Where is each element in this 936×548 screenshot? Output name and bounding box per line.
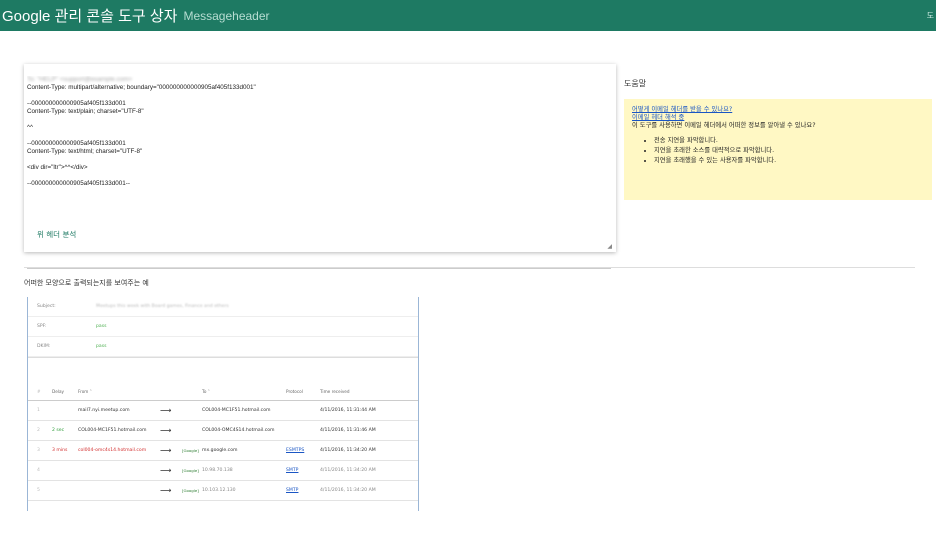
header-text-line: [27, 92, 611, 100]
hop-from: mail7.nyi.meetup.com: [78, 408, 130, 413]
header-text-line: Content-Type: text/plain; charset="UTF-8…: [27, 108, 144, 115]
hop-protocol[interactable]: ESMTPS: [286, 448, 320, 453]
help-bullet: 지연을 초래했을 수 있는 사용자를 파악합니다.: [654, 157, 924, 165]
app-header: Google 관리 콘솔 도구 상자 Messageheader 도: [0, 0, 936, 31]
header-text-line: --000000000000905af405f133d001: [27, 140, 126, 147]
header-text-line: [27, 172, 611, 180]
col-time: Time received: [320, 389, 350, 394]
hop-to: mx.google.com: [202, 448, 238, 453]
dkim-label: DKIM:: [37, 344, 51, 349]
hop-to: 10.103.12.130: [202, 488, 236, 493]
arrow-right-icon: ⟶: [160, 426, 172, 435]
hop-protocol[interactable]: SMTP: [286, 468, 320, 473]
table-row: 5 ⟶ [Google] 10.103.12.130 SMTP 4/11/2016, 11…: [28, 481, 418, 501]
help-question: 이 도구를 사용하면 이메일 헤더에서 어떠한 정보를 알아낼 수 있나요?: [632, 122, 816, 129]
header-text-line: --000000000000905af405f133d001: [27, 100, 126, 107]
google-tag: [Google]: [182, 448, 199, 453]
hop-protocol[interactable]: SMTP: [286, 488, 320, 493]
hop-time: 4/11/2016, 11:34:20 AM: [320, 468, 376, 473]
col-delay: Delay: [52, 389, 65, 394]
spf-label: SPF:: [37, 324, 47, 329]
subject-row: Subject: Meetups this week with Board ga…: [28, 297, 418, 317]
hop-to: COL004-MC1F51.hotmail.com: [202, 408, 271, 413]
hop-to: COL004-OMC4S14.hotmail.com: [202, 428, 275, 433]
table-row: 3 3 mins col004-omc4s14.hotmail.com ⟶ [Googl…: [28, 441, 418, 461]
subject-label: Subject:: [37, 304, 56, 309]
hop-from: COL004-MC1F51.hotmail.com: [78, 428, 147, 433]
header-text-line: <div dir="ltr">^^</div>: [27, 164, 88, 171]
table-row: 1 mail7.nyi.meetup.com ⟶ COL004-MC1F51.hotm…: [28, 401, 418, 421]
header-text-line: Content-Type: multipart/alternative; bou…: [27, 84, 256, 91]
brand-title[interactable]: Google 관리 콘솔 도구 상자: [2, 5, 177, 26]
hop-delay: 3 mins: [52, 448, 68, 453]
header-text-line: ^^: [27, 124, 33, 131]
col-num: #: [37, 389, 41, 394]
help-bullet: 지연을 초래한 소스를 대략적으로 파악합니다.: [654, 147, 924, 155]
col-protocol: Protocol: [286, 389, 303, 394]
resize-handle-icon[interactable]: ◢: [607, 243, 612, 250]
col-from[interactable]: From ˄: [78, 389, 160, 394]
hop-time: 4/11/2016, 11:31:46 AM: [320, 428, 376, 433]
table-row: 4 ⟶ [Google] 10.98.70.138 SMTP 4/11/2016, 11:…: [28, 461, 418, 481]
header-text-line: Content-Type: text/html; charset="UTF-8": [27, 148, 143, 155]
example-output-image: Subject: Meetups this week with Board ga…: [27, 297, 419, 511]
header-corner-link[interactable]: 도: [927, 10, 934, 21]
example-title: 어떠한 모양으로 출력되는지를 보여주는 예: [24, 279, 149, 287]
arrow-right-icon: ⟶: [160, 466, 172, 475]
arrow-right-icon: ⟶: [160, 446, 172, 455]
hop-number: 3: [37, 448, 40, 453]
hop-to: 10.98.70.138: [202, 468, 233, 473]
google-tag: [Google]: [182, 468, 199, 473]
table-row: 2 2 sec COL004-MC1F51.hotmail.com ⟶ COL004-O…: [28, 421, 418, 441]
hop-delay: 2 sec: [52, 428, 65, 433]
col-to[interactable]: To ˄: [202, 389, 286, 394]
tool-name: Messageheader: [183, 8, 270, 23]
hop-time: 4/11/2016, 11:31:44 AM: [320, 408, 376, 413]
header-text-line: [27, 156, 611, 164]
spf-value: pass: [96, 324, 107, 329]
spf-row: SPF: pass: [28, 317, 418, 337]
header-textarea[interactable]: To: "HELP" <support@example.com> Content-…: [27, 76, 611, 269]
hops-table-header: # Delay From ˄ To ˄ Protocol Time receiv…: [28, 383, 418, 401]
hop-from: col004-omc4s14.hotmail.com: [78, 448, 147, 453]
hop-number: 2: [37, 428, 40, 433]
header-text-line: [27, 116, 611, 124]
help-link-get-headers[interactable]: 어떻게 이메일 헤더를 받을 수 있나요?: [632, 106, 924, 114]
header-input-card: To: "HELP" <support@example.com> Content-…: [24, 64, 616, 269]
dkim-row: DKIM: pass: [28, 337, 418, 357]
help-bullet-list: 전송 지연을 파악합니다. 지연을 초래한 소스를 대략적으로 파악합니다. 지…: [632, 137, 924, 165]
section-divider: [24, 267, 915, 268]
dkim-value: pass: [96, 344, 107, 349]
spacer: [28, 357, 418, 383]
hop-time: 4/11/2016, 11:34:20 AM: [320, 448, 376, 453]
google-tag: [Google]: [182, 488, 199, 493]
hop-number: 4: [37, 468, 40, 473]
hop-number: 1: [37, 408, 40, 413]
header-text-line: [27, 132, 611, 140]
subject-value: Meetups this week with Board games, Fina…: [96, 304, 229, 309]
arrow-right-icon: ⟶: [160, 406, 172, 415]
help-bullet: 전송 지연을 파악합니다.: [654, 137, 924, 145]
help-link-interpret-headers[interactable]: 이메일 헤더 해석 중: [632, 114, 924, 122]
hop-time: 4/11/2016, 11:34:20 AM: [320, 488, 376, 493]
help-title: 도움말: [624, 79, 647, 88]
analyze-header-button[interactable]: 위 헤더 분석: [37, 229, 76, 240]
hops-table-body: 1 mail7.nyi.meetup.com ⟶ COL004-MC1F51.hotm…: [28, 401, 418, 501]
header-text-line: To: "HELP" <support@example.com>: [27, 76, 133, 83]
arrow-right-icon: ⟶: [160, 486, 172, 495]
help-panel: 어떻게 이메일 헤더를 받을 수 있나요? 이메일 헤더 해석 중 이 도구를 …: [624, 99, 932, 200]
header-text-line: --000000000000905af405f133d001--: [27, 180, 130, 187]
hop-number: 5: [37, 488, 40, 493]
